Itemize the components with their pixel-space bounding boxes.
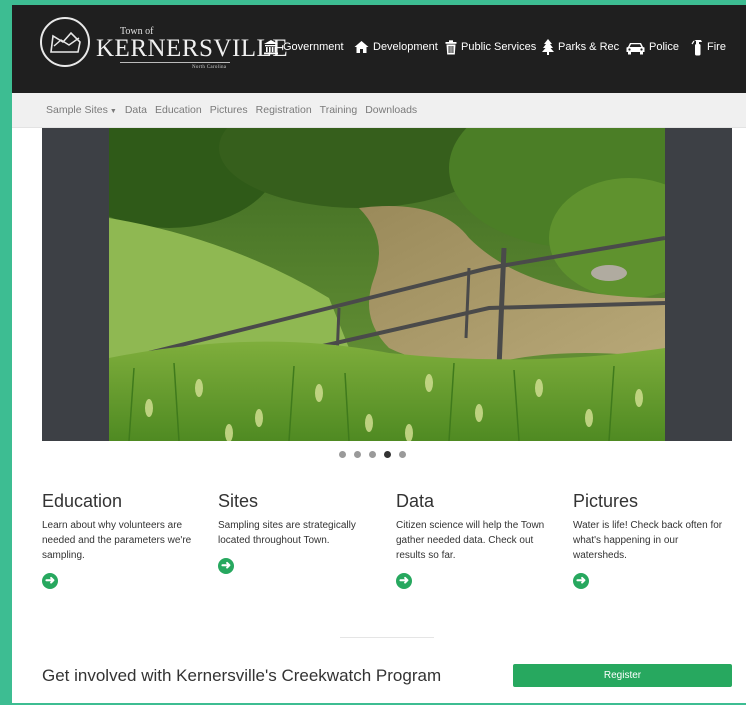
chevron-down-icon: ▼ bbox=[109, 108, 117, 115]
image-carousel[interactable] bbox=[42, 128, 732, 441]
carousel-indicator-3[interactable] bbox=[368, 451, 376, 458]
feature-text: Water is life! Check back often for what… bbox=[573, 520, 723, 561]
nav-fire-label: Fire bbox=[707, 41, 726, 53]
subnav-data[interactable]: Data bbox=[125, 104, 147, 116]
nav-government-label: Government bbox=[283, 41, 344, 53]
logo-name: Kernersville bbox=[96, 35, 289, 62]
carousel-indicator-1[interactable] bbox=[338, 451, 346, 458]
feature-sites: Sites Sampling sites are strategically l… bbox=[218, 491, 378, 574]
feature-title: Data bbox=[396, 491, 435, 511]
nav-fire[interactable]: Fire bbox=[691, 35, 726, 59]
nav-development-label: Development bbox=[373, 41, 438, 53]
feature-data: Data Citizen science will help the Town … bbox=[396, 491, 556, 589]
section-divider bbox=[340, 637, 434, 638]
feature-text: Learn about why volunteers are needed an… bbox=[42, 520, 192, 561]
logo-emblem-icon bbox=[40, 17, 90, 67]
feature-education: Education Learn about why volunteers are… bbox=[42, 491, 202, 589]
government-building-icon bbox=[264, 40, 278, 55]
subnav-training[interactable]: Training bbox=[320, 104, 358, 116]
nav-police[interactable]: Police bbox=[626, 35, 679, 59]
feature-title: Pictures bbox=[573, 491, 639, 511]
feature-text: Sampling sites are strategically located… bbox=[218, 520, 356, 546]
subnav-registration[interactable]: Registration bbox=[256, 104, 312, 116]
subnav-sample-sites[interactable]: Sample Sites ▼ bbox=[46, 104, 117, 116]
fire-extinguisher-icon bbox=[691, 39, 702, 55]
site-header: Town of Kernersville North Carolina Gove… bbox=[12, 5, 746, 93]
carousel-indicator-2[interactable] bbox=[353, 451, 361, 458]
cta-heading: Get involved with Kernersville's Creekwa… bbox=[42, 666, 442, 685]
nav-parks-rec[interactable]: Parks & Rec bbox=[542, 35, 619, 59]
carousel-indicator-4[interactable] bbox=[383, 451, 391, 458]
nav-police-label: Police bbox=[649, 41, 679, 53]
page-frame: Town of Kernersville North Carolina Gove… bbox=[12, 5, 746, 703]
subnav-pictures[interactable]: Pictures bbox=[210, 104, 248, 116]
arrow-circle-right-icon[interactable]: ➜ bbox=[396, 573, 412, 589]
arrow-circle-right-icon[interactable]: ➜ bbox=[573, 573, 589, 589]
arrow-circle-right-icon[interactable]: ➜ bbox=[218, 558, 234, 574]
subnav-education[interactable]: Education bbox=[155, 104, 202, 116]
feature-text: Citizen science will help the Town gathe… bbox=[396, 520, 545, 561]
sub-navigation: Sample Sites ▼ Data Education Pictures Re… bbox=[12, 93, 746, 128]
police-car-icon bbox=[626, 42, 645, 54]
register-button[interactable]: Register bbox=[513, 664, 732, 687]
feature-pictures: Pictures Water is life! Check back often… bbox=[573, 491, 733, 589]
nav-public-services[interactable]: Public Services bbox=[445, 35, 536, 59]
logo-state: North Carolina bbox=[192, 65, 227, 70]
nav-parks-rec-label: Parks & Rec bbox=[558, 41, 620, 53]
feature-title: Sites bbox=[218, 491, 259, 511]
tree-icon bbox=[542, 39, 554, 55]
feature-title: Education bbox=[42, 491, 123, 511]
logo-rule bbox=[120, 62, 230, 63]
arrow-circle-right-icon[interactable]: ➜ bbox=[42, 573, 58, 589]
subnav-downloads[interactable]: Downloads bbox=[365, 104, 417, 116]
nav-government[interactable]: Government bbox=[263, 35, 344, 59]
carousel-indicator-5[interactable] bbox=[398, 451, 406, 458]
home-icon bbox=[354, 41, 369, 53]
trash-can-icon bbox=[445, 39, 457, 54]
carousel-indicators bbox=[12, 451, 746, 458]
nav-development[interactable]: Development bbox=[354, 35, 438, 59]
town-logo[interactable]: Town of Kernersville North Carolina bbox=[40, 17, 288, 77]
nav-public-services-label: Public Services bbox=[461, 41, 537, 53]
carousel-slide-image bbox=[109, 128, 665, 441]
